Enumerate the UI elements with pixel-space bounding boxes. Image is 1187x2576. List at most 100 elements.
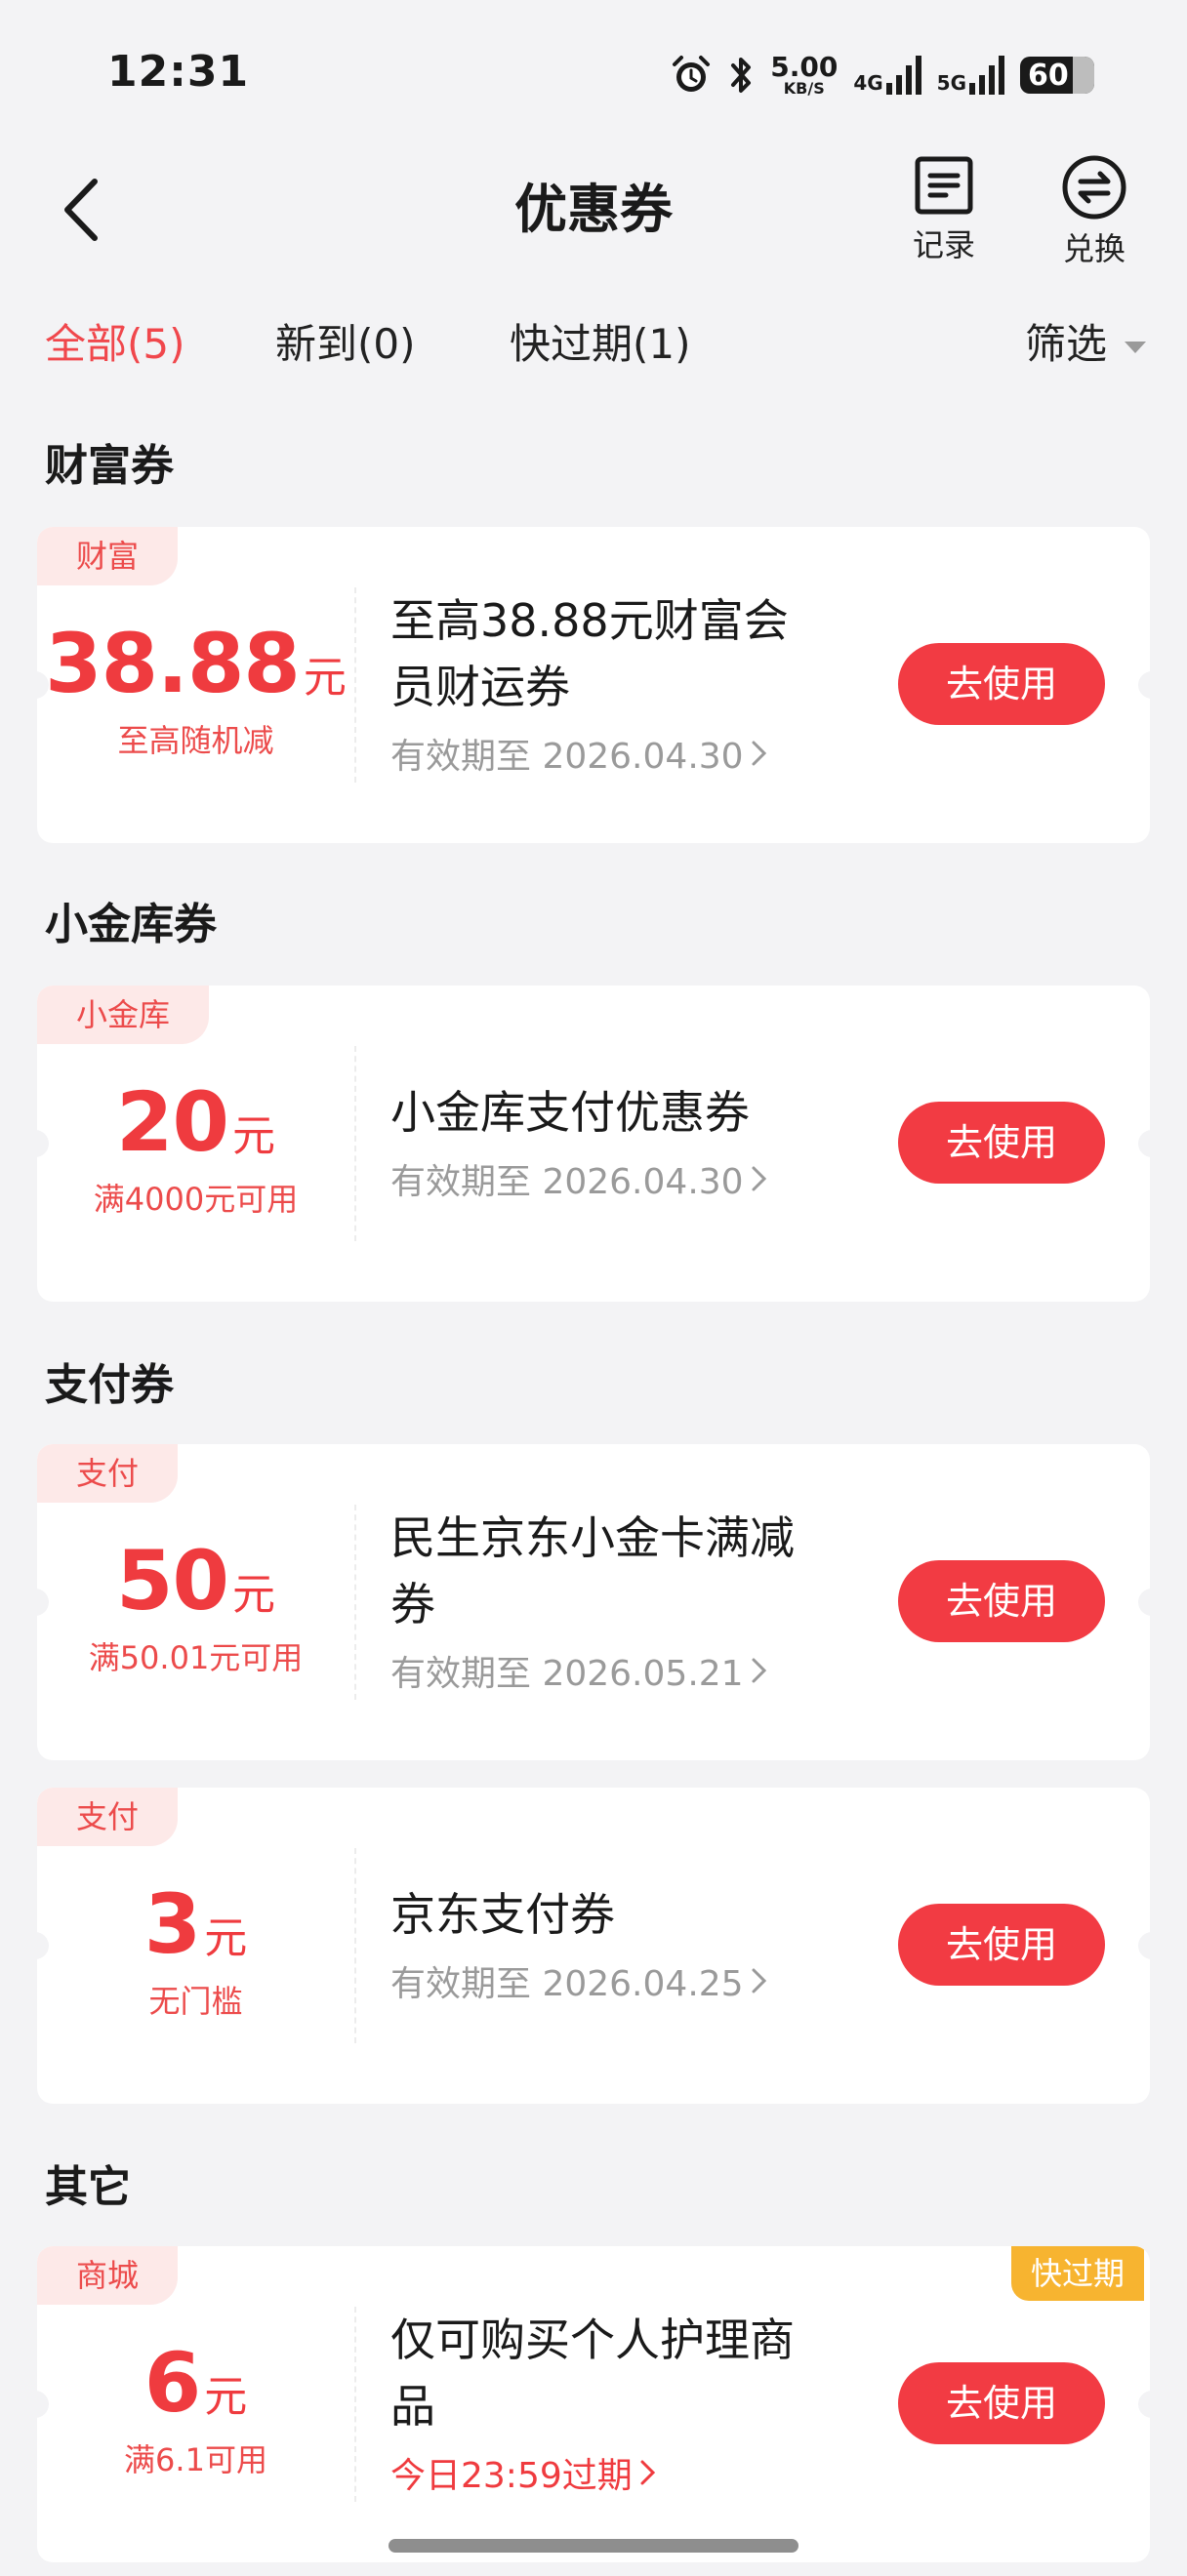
- coupon-name-line: 员财运券: [390, 661, 570, 713]
- coupon-name: 仅可购买个人护理商 品: [390, 2307, 898, 2439]
- network-speed-unit: KB/S: [783, 79, 825, 98]
- coupon-value: 38.88元 至高随机减: [37, 623, 354, 761]
- record-icon: [915, 156, 973, 215]
- coupon-card: 支付 50元 满50.01元可用 民生京东小金卡满减 券 有效期至 2026.0…: [37, 1444, 1150, 1760]
- coupon-condition: 至高随机减: [117, 722, 274, 759]
- filter-label: 筛选: [1024, 320, 1107, 368]
- coupon-validity[interactable]: 有效期至 2026.04.30: [390, 1153, 898, 1204]
- section-title: 支付券: [45, 1360, 174, 1410]
- record-button[interactable]: 记录: [890, 154, 998, 265]
- coupon-value: 20元 满4000元可用: [37, 1081, 354, 1220]
- validity-text: 今日23:59过期: [390, 2456, 633, 2496]
- coupon-card: 财富 38.88元 至高随机减 至高38.88元财富会 员财运券 有效期至 20…: [37, 527, 1150, 843]
- chevron-right-icon: [752, 1968, 766, 1993]
- tab-new[interactable]: 新到(0): [275, 310, 416, 379]
- caret-down-icon: [1125, 342, 1146, 353]
- nav-bar: 优惠券 记录 兑换: [0, 146, 1187, 273]
- validity-text: 有效期至 2026.05.21: [390, 1654, 744, 1694]
- coupon-info: 京东支付券 有效期至 2026.04.25: [390, 1881, 898, 2006]
- chevron-right-icon: [640, 2460, 655, 2485]
- coupon-unit: 元: [303, 653, 347, 703]
- chevron-right-icon: [752, 741, 766, 766]
- card-divider: [354, 2307, 356, 2502]
- chevron-right-icon: [752, 1658, 766, 1683]
- coupon-name: 小金库支付优惠券: [390, 1079, 898, 1146]
- coupon-unit: 元: [204, 2372, 248, 2422]
- sim2-signal: 5G: [937, 56, 1004, 95]
- coupon-info: 至高38.88元财富会 员财运券 有效期至 2026.04.30: [390, 587, 898, 779]
- coupon-tag: 支付: [37, 1444, 179, 1503]
- coupon-amount: 6: [143, 2335, 201, 2431]
- use-coupon-button[interactable]: 去使用: [898, 643, 1105, 725]
- coupon-name-line: 民生京东小金卡满减: [390, 1511, 795, 1564]
- coupon-name: 至高38.88元财富会 员财运券: [390, 587, 898, 720]
- coupon-validity[interactable]: 有效期至 2026.05.21: [390, 1645, 898, 1696]
- coupon-condition: 无门槛: [148, 1983, 243, 2020]
- validity-text: 有效期至 2026.04.30: [390, 1162, 744, 1202]
- coupon-tag: 商城: [37, 2246, 179, 2305]
- coupon-info: 仅可购买个人护理商 品 今日23:59过期: [390, 2307, 898, 2498]
- coupon-card: 商城 快过期 6元 满6.1可用 仅可购买个人护理商 品 今日23:59过期 去…: [37, 2246, 1150, 2562]
- bluetooth-icon: [731, 58, 752, 93]
- section-title: 小金库券: [45, 900, 217, 949]
- coupon-info: 民生京东小金卡满减 券 有效期至 2026.05.21: [390, 1505, 898, 1696]
- use-coupon-button[interactable]: 去使用: [898, 1102, 1105, 1184]
- home-indicator[interactable]: [389, 2539, 798, 2553]
- expiring-badge: 快过期: [1010, 2246, 1144, 2301]
- coupon-card: 小金库 20元 满4000元可用 小金库支付优惠券 有效期至 2026.04.3…: [37, 986, 1150, 1302]
- tab-expiring[interactable]: 快过期(1): [510, 310, 691, 379]
- use-coupon-button[interactable]: 去使用: [898, 1904, 1105, 1986]
- filter-button[interactable]: 筛选: [1025, 310, 1146, 379]
- coupon-name-line: 仅可购买个人护理商: [390, 2314, 795, 2366]
- coupon-tag: 小金库: [37, 986, 210, 1044]
- exchange-label: 兑换: [1062, 230, 1126, 267]
- page-title: 优惠券: [514, 179, 673, 240]
- battery-level: 60: [1028, 58, 1069, 93]
- tab-all[interactable]: 全部(5): [45, 310, 185, 379]
- coupon-name-line: 至高38.88元财富会: [390, 594, 789, 647]
- battery-icon: 60: [1020, 57, 1094, 94]
- coupon-value: 50元 满50.01元可用: [37, 1540, 354, 1678]
- coupon-validity[interactable]: 有效期至 2026.04.25: [390, 1955, 898, 2006]
- card-divider: [354, 1848, 356, 2043]
- coupon-amount: 3: [143, 1876, 201, 1972]
- validity-text: 有效期至 2026.04.25: [390, 1964, 744, 2004]
- coupon-amount: 38.88: [45, 616, 301, 711]
- coupon-value: 3元 无门槛: [37, 1883, 354, 2022]
- section-title: 财富券: [45, 441, 174, 491]
- network-speed: 5.00 KB/S: [770, 54, 838, 97]
- coupon-amount: 20: [116, 1074, 229, 1170]
- card-divider: [354, 1505, 356, 1700]
- coupon-unit: 元: [231, 1570, 275, 1620]
- status-icons: 5.00 KB/S 4G 5G 60: [669, 49, 1094, 101]
- validity-text: 有效期至 2026.04.30: [390, 737, 744, 777]
- coupon-condition: 满4000元可用: [93, 1181, 299, 1218]
- coupon-name-line: 品: [390, 2380, 435, 2433]
- coupon-tabs: 全部(5) 新到(0) 快过期(1) 筛选: [0, 310, 1187, 379]
- exchange-button[interactable]: 兑换: [1041, 154, 1148, 269]
- coupon-validity[interactable]: 今日23:59过期: [390, 2447, 898, 2498]
- use-coupon-button[interactable]: 去使用: [898, 1560, 1105, 1642]
- card-divider: [354, 587, 356, 783]
- sim1-signal: 4G: [853, 56, 921, 95]
- coupon-card: 支付 3元 无门槛 京东支付券 有效期至 2026.04.25 去使用: [37, 1788, 1150, 2104]
- signal-icon: [885, 56, 921, 95]
- sim2-type: 5G: [936, 71, 966, 95]
- card-divider: [354, 1046, 356, 1241]
- coupon-validity[interactable]: 有效期至 2026.04.30: [390, 728, 898, 779]
- coupon-tag: 财富: [37, 527, 179, 585]
- network-speed-value: 5.00: [770, 51, 839, 83]
- sim1-type: 4G: [853, 71, 883, 95]
- use-coupon-button[interactable]: 去使用: [898, 2362, 1105, 2444]
- coupon-amount: 50: [116, 1533, 229, 1629]
- coupon-tag: 支付: [37, 1788, 179, 1846]
- coupon-condition: 满50.01元可用: [88, 1639, 304, 1676]
- coupon-value: 6元 满6.1可用: [37, 2342, 354, 2480]
- coupon-name-line: 京东支付券: [390, 1888, 615, 1941]
- coupon-condition: 满6.1可用: [124, 2441, 267, 2478]
- record-label: 记录: [912, 226, 975, 263]
- signal-icon: [969, 56, 1004, 95]
- status-time: 12:31: [107, 47, 250, 97]
- section-title: 其它: [45, 2162, 131, 2212]
- coupon-unit: 元: [231, 1111, 275, 1161]
